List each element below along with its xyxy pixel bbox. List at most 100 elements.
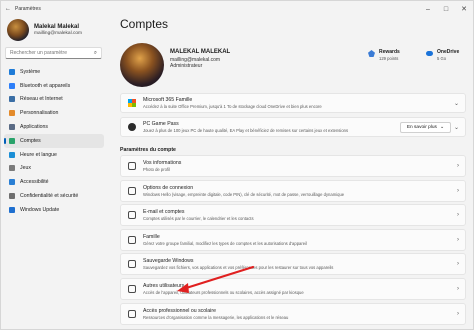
settings-card-briefcase[interactable]: Accès professionnel ou scolaire Ressource… — [120, 302, 466, 325]
sidebar-item-bluetooth[interactable]: Bluetooth et appareils — [4, 79, 104, 93]
backup-icon — [128, 260, 136, 269]
settings-card-desc: Windows Hello (visage, empreinte digital… — [143, 191, 345, 197]
shield-icon — [9, 193, 15, 200]
heart-icon — [128, 235, 136, 244]
rewards-title: Rewards — [379, 49, 400, 55]
sidebar: Malekal Malekal mailling@malekal.com ⌕ S… — [1, 17, 109, 329]
settings-card-title: Sauvegarde Windows — [143, 258, 194, 265]
sidebar-item-apps[interactable]: Applications — [4, 120, 104, 134]
bluetooth-icon — [9, 82, 15, 89]
microsoft365-title: Microsoft 365 Famille — [143, 97, 193, 103]
learn-more-label: En savoir plus — [406, 124, 437, 130]
microsoft365-desc: Accédez à la suite Office Premium, jusqu… — [143, 104, 322, 109]
chevron-right-icon[interactable]: › — [457, 188, 459, 194]
rewards-points: 129 points — [379, 56, 399, 61]
game-pass-title: PC Game Pass — [143, 121, 179, 127]
brush-icon — [9, 110, 15, 117]
settings-card-mail[interactable]: E-mail et comptes Comptes utilisés par le… — [120, 204, 466, 227]
rewards-tile[interactable]: Rewards 129 points — [368, 49, 400, 61]
profile-name: Malekal Malekal — [34, 24, 80, 30]
search-input[interactable] — [10, 50, 90, 56]
rewards-icon — [368, 50, 375, 57]
system-icon — [9, 68, 15, 75]
mail-icon — [128, 211, 136, 220]
chevron-right-icon[interactable]: › — [457, 163, 459, 169]
sidebar-item-update[interactable]: Windows Update — [4, 203, 104, 217]
network-icon — [9, 96, 15, 103]
briefcase-icon — [128, 309, 136, 318]
account-avatar — [120, 43, 164, 87]
onedrive-title: OneDrive — [437, 49, 460, 55]
key-icon — [128, 186, 136, 195]
accounts-icon — [9, 137, 15, 144]
accessibility-icon — [9, 179, 15, 186]
sidebar-item-accounts[interactable]: Comptes — [4, 133, 104, 148]
sidebar-item-label: Personnalisation — [20, 110, 59, 117]
sidebar-item-accessibility[interactable]: Accessibilité — [4, 175, 104, 189]
apps-icon — [9, 124, 15, 131]
search-box[interactable]: ⌕ — [5, 47, 102, 59]
window-controls: – □ ✕ — [419, 1, 473, 17]
chevron-right-icon[interactable]: › — [457, 311, 459, 317]
sidebar-item-label: Comptes — [20, 137, 41, 144]
settings-card-desc: Photo de profil — [143, 167, 171, 172]
microsoft365-icon — [128, 99, 136, 107]
back-arrow-icon[interactable]: ← — [3, 6, 13, 12]
person-icon — [128, 162, 136, 170]
settings-card-desc: Sauvegardez vos fichiers, vos applicatio… — [143, 265, 334, 271]
sidebar-item-label: Applications — [20, 124, 48, 131]
profile-email: mailling@malekal.com — [34, 31, 83, 36]
clock-icon — [9, 151, 15, 158]
chevron-down-icon[interactable]: ⌄ — [454, 124, 459, 131]
settings-card-title: Accès professionnel ou scolaire — [143, 307, 216, 314]
chevron-right-icon[interactable]: › — [457, 286, 459, 292]
settings-card-users[interactable]: Autres utilisateurs Accès de l'appareil, … — [120, 278, 466, 300]
game-pass-desc: Jouez à plus de 100 jeux PC de haute qua… — [143, 128, 349, 133]
maximize-button[interactable]: □ — [437, 1, 455, 17]
settings-card-person[interactable]: Vos informations Photo de profil › — [120, 155, 466, 177]
sidebar-item-system[interactable]: Système — [4, 65, 104, 79]
settings-card-title: Famille — [143, 233, 160, 240]
sidebar-item-network[interactable]: Réseau et Internet — [4, 93, 104, 107]
window-title: Paramètres — [15, 6, 41, 12]
main-content: Comptes MALEKAL MALEKAL mailling@malekal… — [113, 17, 473, 329]
xbox-icon — [128, 123, 136, 131]
chevron-down-icon[interactable]: ⌄ — [454, 100, 459, 107]
settings-card-title: Options de connexion — [143, 184, 194, 191]
sidebar-item-gaming[interactable]: Jeux — [4, 162, 104, 176]
sidebar-item-brush[interactable]: Personnalisation — [4, 106, 104, 120]
update-icon — [9, 206, 15, 213]
sidebar-item-label: Heure et langue — [20, 151, 57, 158]
settings-card-title: Autres utilisateurs — [143, 283, 185, 289]
chevron-right-icon[interactable]: › — [457, 261, 459, 267]
settings-card-desc: Accès de l'appareil, utilisateurs profes… — [143, 290, 304, 295]
onedrive-tile[interactable]: OneDrive 5 Go — [426, 49, 459, 61]
title-bar: ← Paramètres – □ ✕ — [1, 1, 473, 17]
settings-card-desc: Gérez votre groupe familial, modifiez le… — [143, 240, 307, 246]
settings-card-heart[interactable]: Famille Gérez votre groupe familial, modi… — [120, 228, 466, 251]
settings-card-key[interactable]: Options de connexion Windows Hello (visag… — [120, 179, 466, 202]
microsoft365-card[interactable]: Microsoft 365 Famille Accédez à la suite… — [120, 93, 466, 113]
settings-card-title: Vos informations — [143, 160, 182, 166]
settings-card-backup[interactable]: Sauvegarde Windows Sauvegardez vos fichie… — [120, 253, 466, 276]
close-button[interactable]: ✕ — [455, 1, 473, 17]
learn-more-button[interactable]: En savoir plus ⌄ — [399, 121, 451, 133]
sidebar-item-shield[interactable]: Confidentialité et sécurité — [4, 189, 104, 203]
onedrive-storage: 5 Go — [437, 56, 447, 61]
settings-card-desc: Comptes utilisés par le courrier, le cal… — [143, 216, 254, 222]
sidebar-item-label: Système — [20, 68, 41, 75]
chevron-right-icon[interactable]: › — [457, 237, 459, 243]
settings-window: ← Paramètres – □ ✕ Malekal Malekal maill… — [0, 0, 474, 330]
settings-card-desc: Ressources d'organisation comme la messa… — [143, 314, 289, 320]
sidebar-item-label: Bluetooth et appareils — [20, 82, 71, 89]
search-icon[interactable]: ⌕ — [94, 50, 97, 57]
game-pass-card[interactable]: PC Game Pass Jouez à plus de 100 jeux PC… — [120, 117, 466, 137]
sidebar-item-label: Jeux — [20, 165, 31, 172]
sidebar-item-clock[interactable]: Heure et langue — [4, 148, 104, 162]
minimize-button[interactable]: – — [419, 1, 437, 17]
sidebar-item-label: Confidentialité et sécurité — [20, 193, 79, 200]
page-title: Comptes — [120, 17, 169, 31]
chevron-right-icon[interactable]: › — [457, 212, 459, 218]
chevron-down-icon: ⌄ — [439, 124, 444, 130]
sidebar-profile[interactable]: Malekal Malekal mailling@malekal.com — [7, 19, 82, 41]
